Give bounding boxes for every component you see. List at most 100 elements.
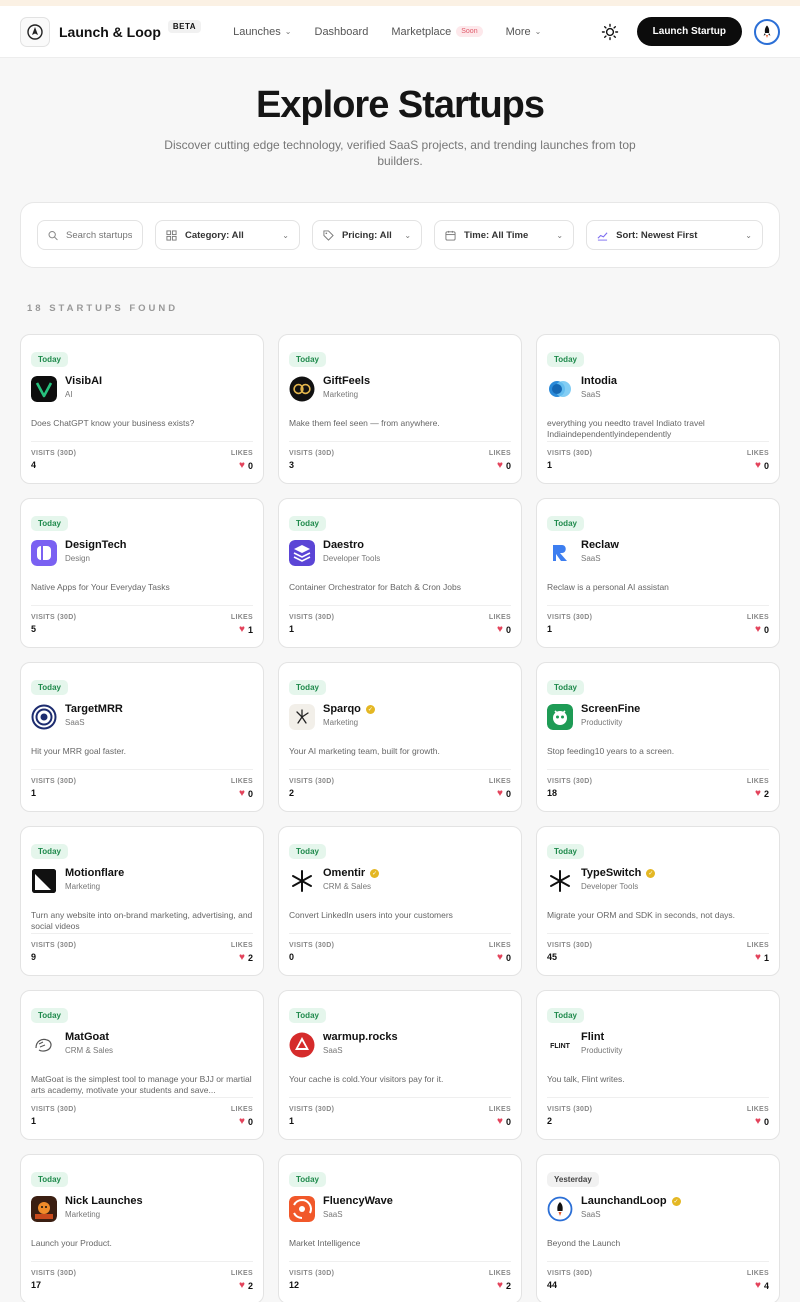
startup-card[interactable]: Today TargetMRR SaaS Hit your MRR goal f… [20, 662, 264, 812]
like-button[interactable]: ♥ 2 [231, 1280, 253, 1291]
startup-name[interactable]: warmup.rocks [323, 1031, 398, 1043]
nav-more[interactable]: More ⌄ [506, 26, 542, 38]
startup-card[interactable]: Today Nick Launches Marketing Launch you… [20, 1154, 264, 1302]
startup-category: CRM & Sales [323, 882, 372, 891]
startup-card[interactable]: Today Omentir ✓ CRM & Sales Convert Link… [278, 826, 522, 976]
startup-category: Productivity [581, 1046, 623, 1055]
theme-toggle-sun-icon[interactable] [601, 23, 619, 41]
like-button[interactable]: ♥ 0 [489, 460, 511, 471]
time-filter[interactable]: Time: All Time ⌄ [434, 220, 575, 250]
like-button[interactable]: ♥ 4 [747, 1280, 769, 1291]
like-button[interactable]: ♥ 0 [231, 460, 253, 471]
chevron-down-icon: ⌄ [404, 230, 412, 240]
pricing-filter[interactable]: Pricing: All ⌄ [311, 220, 423, 250]
startup-card[interactable]: Today GiftFeels Marketing Make them feel… [278, 334, 522, 484]
like-button[interactable]: ♥ 1 [747, 952, 769, 963]
nav-dashboard[interactable]: Dashboard [315, 26, 369, 38]
heart-icon: ♥ [755, 1280, 761, 1291]
chevron-down-icon: ⌄ [282, 230, 289, 240]
startup-card[interactable]: Today TypeSwitch ✓ Developer Tools Migra… [536, 826, 780, 976]
brand-name[interactable]: Launch & Loop [59, 24, 161, 40]
startup-card[interactable]: Today Intodia SaaS everything you needto… [536, 334, 780, 484]
category-filter[interactable]: Category: All ⌄ [155, 220, 300, 250]
startup-name-text: Daestro [323, 539, 364, 551]
card-divider [547, 441, 769, 442]
sort-select-label: Sort: Newest First [616, 229, 698, 241]
startup-name-text: TypeSwitch [581, 867, 642, 879]
startup-card[interactable]: Today VisibAI AI Does ChatGPT know your … [20, 334, 264, 484]
search-input[interactable] [66, 229, 132, 241]
startup-card[interactable]: Today FluencyWave SaaS Market Intelligen… [278, 1154, 522, 1302]
likes-value: 2 [763, 788, 769, 799]
startup-name[interactable]: TargetMRR [65, 703, 123, 715]
search-box[interactable] [37, 220, 143, 250]
startup-card[interactable]: Yesterday LaunchandLoop ✓ SaaS Beyond th… [536, 1154, 780, 1302]
startup-card[interactable]: Today Sparqo ✓ Marketing Your AI marketi… [278, 662, 522, 812]
nav-marketplace[interactable]: Marketplace Soon [391, 26, 483, 38]
startup-description: Hit your MRR goal faster. [31, 746, 126, 756]
like-button[interactable]: ♥ 0 [489, 952, 511, 963]
card-header: LaunchandLoop ✓ SaaS [547, 1195, 769, 1227]
startup-name[interactable]: Intodia [581, 375, 617, 387]
heart-icon: ♥ [239, 460, 245, 471]
like-button[interactable]: ♥ 2 [747, 788, 769, 799]
brand-logo-icon[interactable] [20, 16, 50, 47]
startup-name-text: VisibAI [65, 375, 103, 387]
heart-icon: ♥ [755, 624, 761, 635]
startup-name[interactable]: VisibAI [65, 375, 102, 387]
startup-card[interactable]: Today MatGoat CRM & Sales MatGoat is the… [20, 990, 264, 1140]
startup-card[interactable]: Today ScreenFine Productivity Stop feedi… [536, 662, 780, 812]
startup-card[interactable]: Today DesignTech Design Native Apps for … [20, 498, 264, 648]
startup-name[interactable]: TypeSwitch ✓ [581, 867, 656, 879]
startup-name[interactable]: Flint [581, 1031, 622, 1043]
startup-name[interactable]: LaunchandLoop ✓ [581, 1195, 681, 1207]
startup-card[interactable]: Today FLINT Flint Productivity You talk,… [536, 990, 780, 1140]
like-button[interactable]: ♥ 0 [489, 1116, 511, 1127]
startup-name[interactable]: Daestro [323, 539, 380, 551]
startup-description: Reclaw is a personal AI assistan [547, 582, 669, 592]
startup-name[interactable]: MatGoat [65, 1031, 113, 1043]
like-button[interactable]: ♥ 0 [747, 624, 769, 635]
card-header: GiftFeels Marketing [289, 375, 511, 407]
likes-value: 2 [247, 1280, 253, 1291]
startup-description: Does ChatGPT know your business exists? [31, 418, 195, 428]
like-button[interactable]: ♥ 1 [231, 624, 253, 635]
like-button[interactable]: ♥ 0 [747, 460, 769, 471]
startup-name[interactable]: FluencyWave [323, 1195, 393, 1207]
chevron-down-icon: ⌄ [745, 230, 752, 240]
nav-launches[interactable]: Launches ⌄ [233, 26, 291, 38]
visits-label: VISITS (30D) [289, 614, 335, 621]
startup-card[interactable]: Today Motionflare Marketing Turn any web… [20, 826, 264, 976]
launch-startup-button[interactable]: Launch Startup [636, 17, 742, 46]
startup-description: Your cache is cold.Your visitors pay for… [289, 1074, 444, 1084]
startup-name[interactable]: ScreenFine [581, 703, 640, 715]
startup-name[interactable]: GiftFeels [323, 375, 370, 387]
like-button[interactable]: ♥ 0 [231, 1116, 253, 1127]
like-button[interactable]: ♥ 0 [489, 624, 511, 635]
user-avatar[interactable] [754, 18, 780, 45]
chevron-down-icon: ⌄ [534, 27, 542, 36]
launch-date-badge: Today [31, 516, 68, 531]
startup-name[interactable]: Reclaw [581, 539, 619, 551]
launch-date-badge: Today [547, 680, 584, 695]
heart-icon: ♥ [755, 788, 761, 799]
startup-card[interactable]: Today Reclaw SaaS Reclaw is a personal A… [536, 498, 780, 648]
card-divider [289, 933, 511, 934]
like-button[interactable]: ♥ 0 [231, 788, 253, 799]
like-button[interactable]: ♥ 2 [231, 952, 253, 963]
startup-name[interactable]: Motionflare [65, 867, 124, 879]
startup-description: Stop feeding10 years to a screen. [547, 746, 675, 756]
launch-date-badge: Today [289, 844, 326, 859]
startup-card[interactable]: Today Daestro Developer Tools Container … [278, 498, 522, 648]
like-button[interactable]: ♥ 0 [747, 1116, 769, 1127]
startup-name[interactable]: DesignTech [65, 539, 127, 551]
startup-name[interactable]: Nick Launches [65, 1195, 143, 1207]
startup-name[interactable]: Omentir ✓ [323, 867, 380, 879]
startup-name-text: Omentir [323, 867, 366, 879]
sort-select[interactable]: Sort: Newest First ⌄ [586, 220, 763, 250]
visits-label: VISITS (30D) [547, 1106, 593, 1113]
startup-card[interactable]: Today warmup.rocks SaaS Your cache is co… [278, 990, 522, 1140]
like-button[interactable]: ♥ 2 [489, 1280, 511, 1291]
startup-name[interactable]: Sparqo ✓ [323, 703, 375, 715]
like-button[interactable]: ♥ 0 [489, 788, 511, 799]
